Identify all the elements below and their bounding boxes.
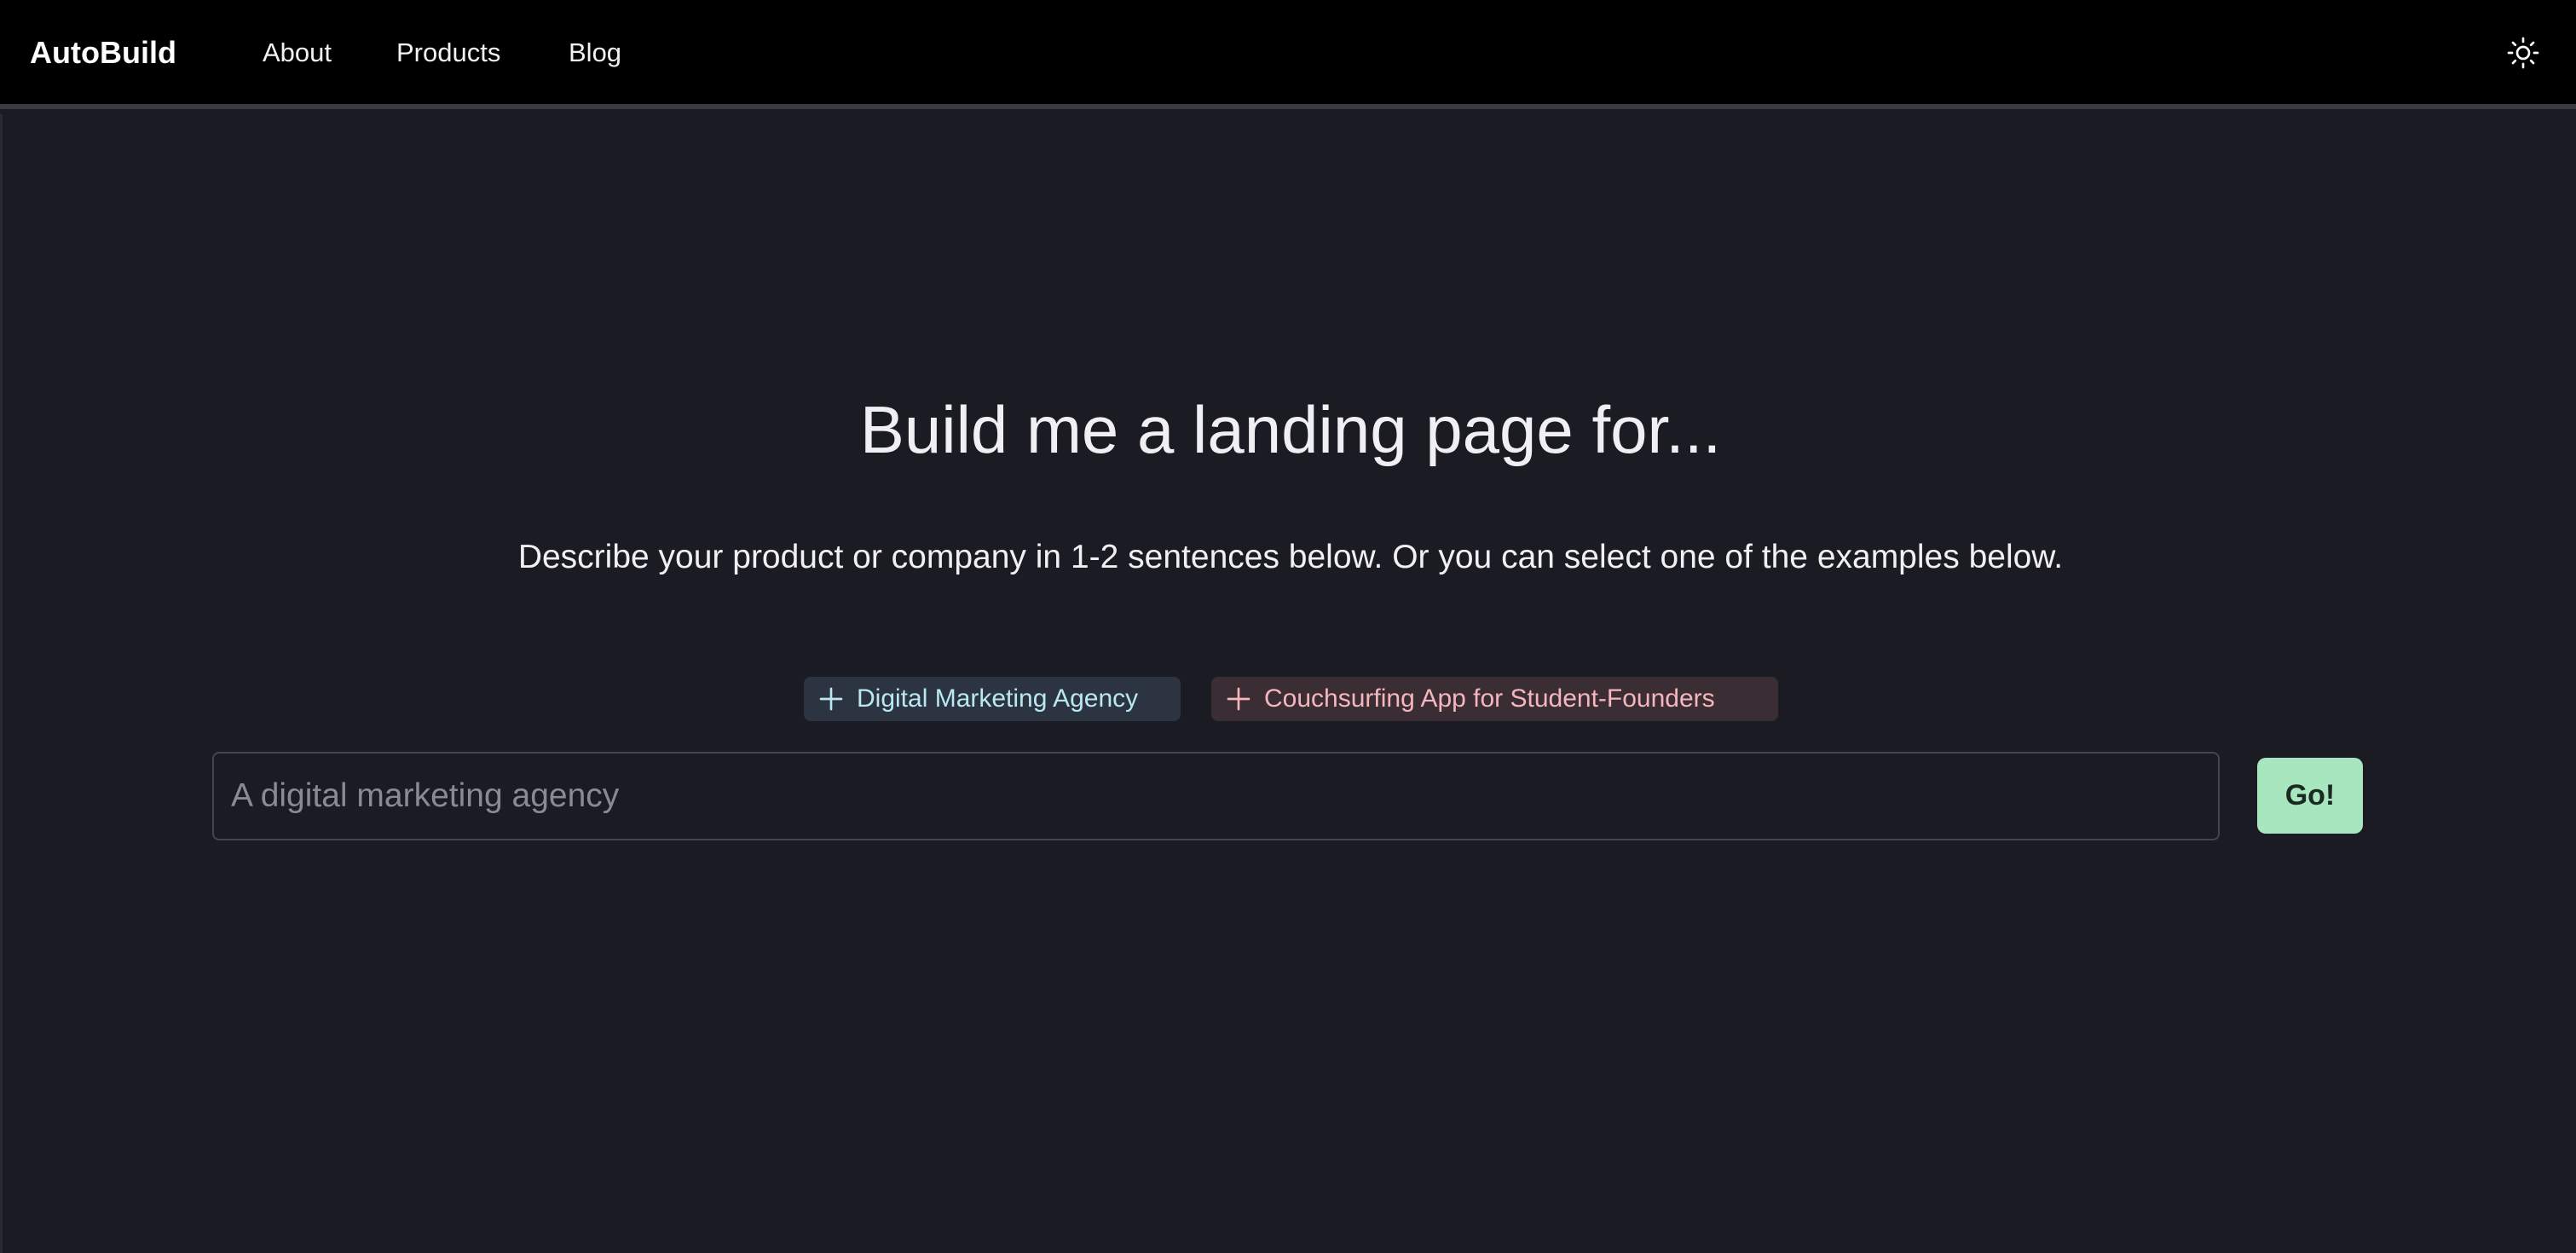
example-chip-label: Couchsurfing App for Student-Founders (1264, 684, 1715, 713)
plus-icon (819, 687, 843, 711)
top-navbar: AutoBuild About Products Blog (0, 0, 2576, 109)
brand-logo[interactable]: AutoBuild (30, 32, 176, 73)
example-chip-label: Digital Marketing Agency (857, 684, 1139, 713)
nav-link-blog[interactable]: Blog (569, 32, 621, 73)
nav-link-products[interactable]: Products (396, 32, 500, 73)
theme-toggle-button[interactable] (2503, 32, 2544, 73)
example-chip-digital-marketing-agency[interactable]: Digital Marketing Agency (804, 677, 1181, 721)
example-chip-couchsurfing-app[interactable]: Couchsurfing App for Student-Founders (1211, 677, 1778, 721)
page-subtitle: Describe your product or company in 1-2 … (517, 539, 2064, 575)
page-title: Build me a landing page for... (859, 392, 1722, 467)
plus-icon (1227, 687, 1250, 711)
prompt-input[interactable] (212, 752, 2220, 840)
nav-link-about[interactable]: About (263, 32, 332, 73)
main-content: Build me a landing page for... Describe … (0, 114, 2576, 1253)
go-button[interactable]: Go! (2257, 758, 2363, 834)
sun-icon (2507, 37, 2539, 69)
